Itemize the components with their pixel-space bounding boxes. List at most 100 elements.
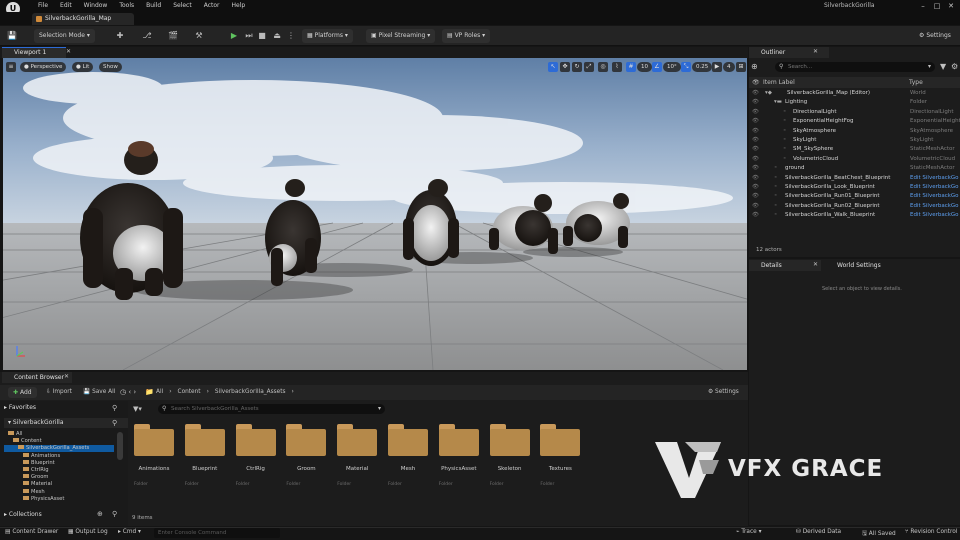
tree-folder[interactable]: Mesh bbox=[4, 489, 114, 496]
all-saved-button[interactable]: 🖫 All Saved bbox=[862, 529, 896, 539]
visibility-icon[interactable]: 👁 bbox=[752, 155, 759, 164]
minimize-icon[interactable]: – bbox=[916, 0, 930, 12]
outliner-close-icon[interactable]: ✕ bbox=[813, 48, 818, 55]
visibility-icon[interactable]: 👁 bbox=[752, 145, 759, 154]
add-filter-icon[interactable]: ⊕ bbox=[751, 62, 761, 72]
outliner-row[interactable]: 👁◦DirectionalLightDirectionalLight bbox=[749, 108, 960, 117]
platforms-button[interactable]: ▦ Platforms ▾ bbox=[302, 29, 353, 43]
translate-tool-icon[interactable]: ✥ bbox=[560, 62, 570, 72]
asset-folder-blueprint[interactable] bbox=[185, 424, 225, 456]
asset-folder-physicsasset[interactable] bbox=[439, 424, 479, 456]
cinematics-icon[interactable]: 🎬 bbox=[166, 30, 180, 42]
tree-scrollbar[interactable] bbox=[117, 432, 123, 460]
asset-search-input[interactable]: ⚲ Search SilverbackGorilla_Assets ▾ bbox=[158, 404, 385, 414]
rotation-snap-value[interactable]: 10° bbox=[663, 62, 681, 72]
scale-snap-icon[interactable]: ⤡ bbox=[681, 62, 691, 72]
cb-settings-button[interactable]: ⚙ Settings bbox=[708, 389, 739, 395]
menu-tools[interactable]: Tools bbox=[113, 0, 140, 12]
visibility-icon[interactable]: 👁 bbox=[752, 127, 759, 136]
maximize-icon[interactable]: □ bbox=[930, 0, 944, 12]
select-tool-icon[interactable]: ↖ bbox=[548, 62, 558, 72]
outliner-row[interactable]: 👁◦SkyAtmosphereSkyAtmosphere bbox=[749, 127, 960, 136]
revision-control-button[interactable]: ⑂ Revision Control bbox=[905, 529, 957, 535]
details-close-icon[interactable]: ✕ bbox=[813, 261, 818, 268]
tab-map[interactable]: SilverbackGorilla_Map bbox=[32, 13, 134, 25]
scale-tool-icon[interactable]: ⤢ bbox=[584, 62, 594, 72]
asset-folder-animations[interactable] bbox=[134, 424, 174, 456]
outliner-row[interactable]: 👁▾◆SilverbackGorilla_Map (Editor)World bbox=[749, 89, 960, 98]
tree-folder[interactable]: Material bbox=[4, 481, 114, 488]
type-header[interactable]: Type bbox=[909, 79, 923, 86]
vp-roles-button[interactable]: ▤ VP Roles ▾ bbox=[442, 29, 490, 43]
add-button[interactable]: ✚ Add bbox=[8, 387, 37, 398]
more-icon[interactable]: ⋮ bbox=[284, 30, 298, 42]
visibility-icon[interactable]: 👁 bbox=[752, 211, 759, 220]
add-collection-icon[interactable]: ⊕ bbox=[97, 510, 103, 518]
visibility-icon[interactable]: 👁 bbox=[752, 192, 759, 201]
asset-folder-ctrlrig[interactable] bbox=[236, 424, 276, 456]
outliner-row[interactable]: 👁◦SilverbackGorilla_Run02_BlueprintEdit … bbox=[749, 202, 960, 211]
import-button[interactable]: ⇩ Import bbox=[46, 389, 72, 395]
add-actor-icon[interactable]: ✚ bbox=[113, 30, 127, 42]
source-search-icon[interactable]: ⚲ bbox=[112, 419, 117, 427]
viewport-close-icon[interactable]: ✕ bbox=[66, 48, 71, 55]
cmd-button[interactable]: ▸ Cmd ▾ bbox=[118, 529, 141, 535]
menu-file[interactable]: File bbox=[32, 0, 54, 12]
tab-world-settings[interactable]: World Settings bbox=[825, 260, 909, 271]
asset-folder-textures[interactable] bbox=[540, 424, 580, 456]
outliner-row[interactable]: 👁◦ExponentialHeightFogExponentialHeightF… bbox=[749, 117, 960, 126]
outliner-row[interactable]: 👁◦VolumetricCloudVolumetricCloud bbox=[749, 155, 960, 164]
outliner-row[interactable]: 👁◦groundStaticMeshActor bbox=[749, 164, 960, 173]
edit-blueprint-link[interactable]: Edit SilverbackGo bbox=[910, 211, 959, 220]
tree-folder[interactable]: SilverbackGorilla_Assets bbox=[4, 445, 114, 452]
modes-icon[interactable]: ⚒ bbox=[192, 30, 206, 42]
blueprint-icon[interactable]: ⎇ bbox=[140, 30, 154, 42]
outliner-row[interactable]: 👁◦SM_SkySphereStaticMeshActor bbox=[749, 145, 960, 154]
tab-viewport[interactable]: Viewport 1 bbox=[2, 47, 66, 58]
camera-speed-icon[interactable]: ▶ bbox=[712, 62, 722, 72]
grid-snap-icon[interactable]: # bbox=[626, 62, 636, 72]
outliner-row[interactable]: 👁◦SilverbackGorilla_Walk_BlueprintEdit S… bbox=[749, 211, 960, 220]
menu-select[interactable]: Select bbox=[167, 0, 198, 12]
rotate-tool-icon[interactable]: ↻ bbox=[572, 62, 582, 72]
tree-folder[interactable]: PhysicsAsset bbox=[4, 496, 114, 503]
crumb-content[interactable]: Content bbox=[178, 389, 201, 395]
crumb-assets[interactable]: SilverbackGorilla_Assets bbox=[215, 389, 286, 395]
world-space-icon[interactable]: ◎ bbox=[598, 62, 608, 72]
tree-folder[interactable]: Content bbox=[4, 438, 114, 445]
tab-details[interactable]: Details bbox=[749, 260, 821, 271]
outliner-search-input[interactable]: ⚲ Search... ▾ bbox=[775, 62, 935, 72]
visibility-icon[interactable]: 👁 bbox=[752, 117, 759, 126]
content-browser-close-icon[interactable]: ✕ bbox=[64, 373, 69, 380]
crumb-all[interactable]: All bbox=[156, 389, 163, 395]
item-label-header[interactable]: Item Label bbox=[763, 79, 795, 86]
tree-folder[interactable]: All bbox=[4, 431, 114, 438]
lit-button[interactable]: ● Lit bbox=[72, 62, 93, 72]
edit-blueprint-link[interactable]: Edit SilverbackGo bbox=[910, 192, 959, 201]
outliner-row[interactable]: 👁◦SilverbackGorilla_Look_BlueprintEdit S… bbox=[749, 183, 960, 192]
selection-mode-button[interactable]: Selection Mode ▾ bbox=[34, 29, 95, 43]
asset-folder-material[interactable] bbox=[337, 424, 377, 456]
asset-folder-mesh[interactable] bbox=[388, 424, 428, 456]
visibility-icon[interactable]: 👁 bbox=[752, 89, 759, 98]
outliner-row[interactable]: 👁◦SilverbackGorilla_Run01_BlueprintEdit … bbox=[749, 192, 960, 201]
outliner-row[interactable]: 👁◦SilverbackGorilla_BeatChest_BlueprintE… bbox=[749, 174, 960, 183]
maximize-viewport-icon[interactable]: ⊞ bbox=[736, 62, 746, 72]
favorites-section[interactable]: ▸ Favorites bbox=[4, 404, 36, 411]
visibility-icon[interactable]: 👁 bbox=[752, 108, 759, 117]
outliner-row[interactable]: 👁▾▬LightingFolder bbox=[749, 98, 960, 107]
menu-window[interactable]: Window bbox=[78, 0, 114, 12]
close-icon[interactable]: ✕ bbox=[944, 0, 958, 12]
scale-snap-value[interactable]: 0.25 bbox=[692, 62, 712, 72]
favorites-search-icon[interactable]: ⚲ bbox=[112, 404, 117, 412]
filter-icon[interactable]: ▼▾ bbox=[133, 405, 142, 413]
viewport-scene[interactable] bbox=[3, 58, 747, 370]
settings-button[interactable]: ⚙ Settings bbox=[914, 29, 956, 43]
edit-blueprint-link[interactable]: Edit SilverbackGo bbox=[910, 202, 959, 211]
visibility-icon[interactable]: 👁 bbox=[752, 136, 759, 145]
outliner-row[interactable]: 👁◦SkyLightSkyLight bbox=[749, 136, 960, 145]
grid-snap-value[interactable]: 10 bbox=[637, 62, 652, 72]
visibility-icon[interactable]: 👁 bbox=[752, 164, 759, 173]
source-root[interactable]: ▾ SilverbackGorilla bbox=[4, 418, 128, 428]
viewport-menu-icon[interactable]: ≡ bbox=[6, 62, 16, 72]
